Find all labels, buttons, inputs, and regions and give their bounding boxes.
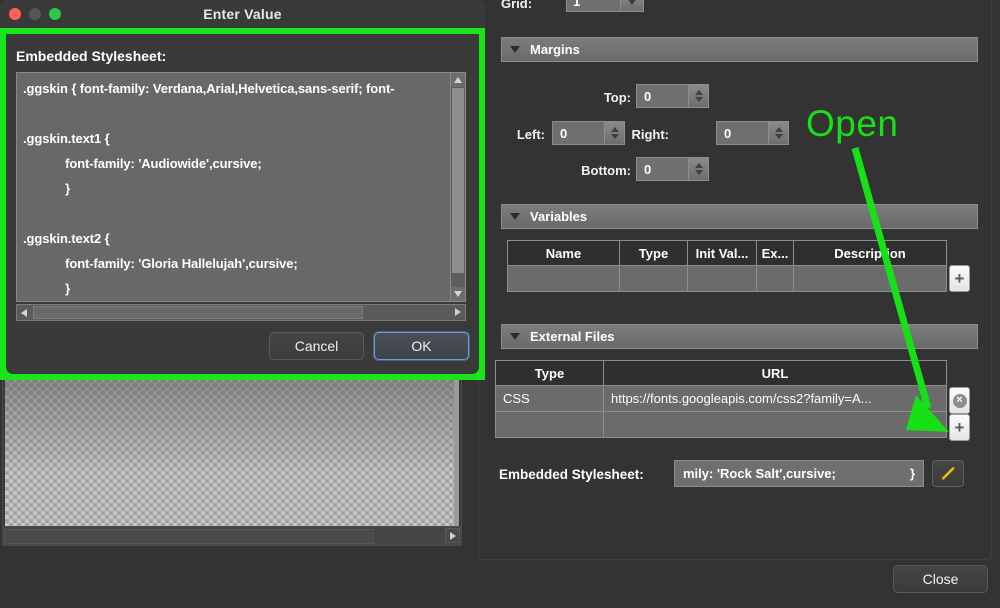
stylesheet-textarea[interactable]: .ggskin { font-family: Verdana,Arial,Hel… xyxy=(16,72,466,302)
margin-left-label: Left: xyxy=(516,127,545,142)
column-header-description: Description xyxy=(834,245,906,261)
margin-bottom-value: 0 xyxy=(644,161,652,177)
margin-top-input[interactable]: 0 xyxy=(636,84,709,108)
column-header-name: Name xyxy=(508,241,620,265)
embedded-stylesheet-input[interactable]: mily: 'Rock Salt',cursive; } xyxy=(674,460,924,487)
vscroll-thumb[interactable] xyxy=(452,88,464,273)
dialog-field-label: Embedded Stylesheet: xyxy=(16,48,167,64)
cell-url[interactable] xyxy=(604,412,946,437)
margin-top-value: 0 xyxy=(644,88,652,104)
section-title-margins: Margins xyxy=(530,42,580,57)
cell-name[interactable] xyxy=(508,266,620,291)
margin-right-stepper[interactable] xyxy=(768,122,788,144)
textarea-vertical-scrollbar[interactable] xyxy=(450,73,465,301)
textarea-horizontal-scrollbar[interactable] xyxy=(16,304,466,321)
column-header-init-value: Init Val... xyxy=(688,241,757,265)
cell-type[interactable]: CSS xyxy=(496,386,604,411)
properties-panel: Grid: 1 Margins Top: 0 Left: 0 Right: 0 … xyxy=(470,0,1000,608)
section-title-variables: Variables xyxy=(530,209,588,224)
cell-description[interactable] xyxy=(794,266,946,291)
margin-right-input[interactable]: 0 xyxy=(716,121,789,145)
triangle-down-icon xyxy=(510,46,520,53)
canvas-hscroll-right-arrow-icon[interactable] xyxy=(445,528,460,543)
triangle-down-icon xyxy=(510,333,520,340)
table-row[interactable] xyxy=(508,265,946,291)
cancel-button[interactable]: Cancel xyxy=(269,332,364,360)
variables-table: Name Type Init Val... Ex... Description xyxy=(507,240,947,292)
column-header-type: Type xyxy=(620,241,688,265)
dialog-title: Enter Value xyxy=(203,6,282,22)
external-files-table-header: Type URL xyxy=(496,361,946,385)
embedded-stylesheet-value: mily: 'Rock Salt',cursive; xyxy=(683,466,836,481)
hscroll-thumb[interactable] xyxy=(33,306,363,319)
section-header-margins[interactable]: Margins xyxy=(501,37,978,62)
scroll-down-arrow-icon[interactable] xyxy=(451,287,465,301)
screen: Grid: 1 Margins Top: 0 Left: 0 Right: 0 … xyxy=(0,0,1000,608)
edit-embedded-stylesheet-button[interactable] xyxy=(932,460,964,487)
canvas-checkerboard[interactable] xyxy=(5,379,455,531)
grid-row: Grid: 1 xyxy=(479,0,993,22)
cell-url[interactable]: https://fonts.googleapis.com/css2?family… xyxy=(604,386,946,411)
column-header-url: URL xyxy=(761,365,789,381)
dialog-body: Embedded Stylesheet: .ggskin { font-fami… xyxy=(6,34,479,374)
margin-bottom-label: Bottom: xyxy=(581,163,631,178)
scroll-up-arrow-icon[interactable] xyxy=(451,73,465,87)
column-header-expression: Ex... xyxy=(757,241,794,265)
margin-top-stepper[interactable] xyxy=(688,85,708,107)
canvas-vertical-scrollbar[interactable] xyxy=(454,379,459,531)
stylesheet-textarea-value: .ggskin { font-family: Verdana,Arial,Hel… xyxy=(23,81,395,296)
cell-expression[interactable] xyxy=(757,266,794,291)
margin-left-value: 0 xyxy=(560,125,568,141)
scroll-right-arrow-icon[interactable] xyxy=(451,305,465,318)
margin-top-label: Top: xyxy=(603,90,631,105)
canvas-frame xyxy=(2,376,462,546)
variables-table-header: Name Type Init Val... Ex... Description xyxy=(508,241,946,265)
ok-button[interactable]: OK xyxy=(374,332,469,360)
external-files-table: Type URL CSS https://fonts.googleapis.co… xyxy=(495,360,947,438)
grid-value: 1 xyxy=(573,0,581,9)
section-header-external-files[interactable]: External Files xyxy=(501,324,978,349)
annotation-label: Open xyxy=(806,103,899,144)
add-external-file-button[interactable]: + xyxy=(949,414,970,441)
triangle-down-icon xyxy=(510,213,520,220)
pencil-icon xyxy=(941,466,955,480)
column-header-type: Type xyxy=(496,361,604,385)
dialog-highlight-border: Embedded Stylesheet: .ggskin { font-fami… xyxy=(0,28,485,380)
scroll-left-arrow-icon[interactable] xyxy=(17,306,31,319)
cell-init-value[interactable] xyxy=(688,266,757,291)
dialog-actions: Cancel OK xyxy=(269,332,469,360)
close-circle-icon: × xyxy=(952,393,967,408)
properties-panel-frame: Grid: 1 Margins Top: 0 Left: 0 Right: 0 … xyxy=(478,0,992,560)
table-row[interactable] xyxy=(496,411,946,437)
margin-right-label: Right: xyxy=(631,127,669,142)
table-row[interactable]: CSS https://fonts.googleapis.com/css2?fa… xyxy=(496,385,946,411)
embedded-stylesheet-value-tail: } xyxy=(909,466,915,481)
margin-bottom-input[interactable]: 0 xyxy=(636,157,709,181)
dialog-titlebar[interactable]: Enter Value xyxy=(0,0,485,28)
remove-external-file-button[interactable]: × xyxy=(949,387,970,414)
enter-value-dialog: Enter Value Embedded Stylesheet: .ggskin… xyxy=(0,0,485,380)
section-header-variables[interactable]: Variables xyxy=(501,204,978,229)
embedded-stylesheet-label: Embedded Stylesheet: xyxy=(499,467,644,482)
section-title-external-files: External Files xyxy=(530,329,615,344)
margin-right-value: 0 xyxy=(724,125,732,141)
chevron-down-icon[interactable] xyxy=(620,0,643,11)
canvas-horizontal-scrollbar[interactable] xyxy=(3,526,461,545)
close-button[interactable]: Close xyxy=(893,565,988,593)
canvas-hscroll-thumb[interactable] xyxy=(4,528,374,544)
grid-label: Grid: xyxy=(501,0,533,11)
margin-bottom-stepper[interactable] xyxy=(688,158,708,180)
grid-select[interactable]: 1 xyxy=(566,0,644,12)
cell-type[interactable] xyxy=(620,266,688,291)
cell-type[interactable] xyxy=(496,412,604,437)
add-variable-button[interactable]: + xyxy=(949,265,970,292)
